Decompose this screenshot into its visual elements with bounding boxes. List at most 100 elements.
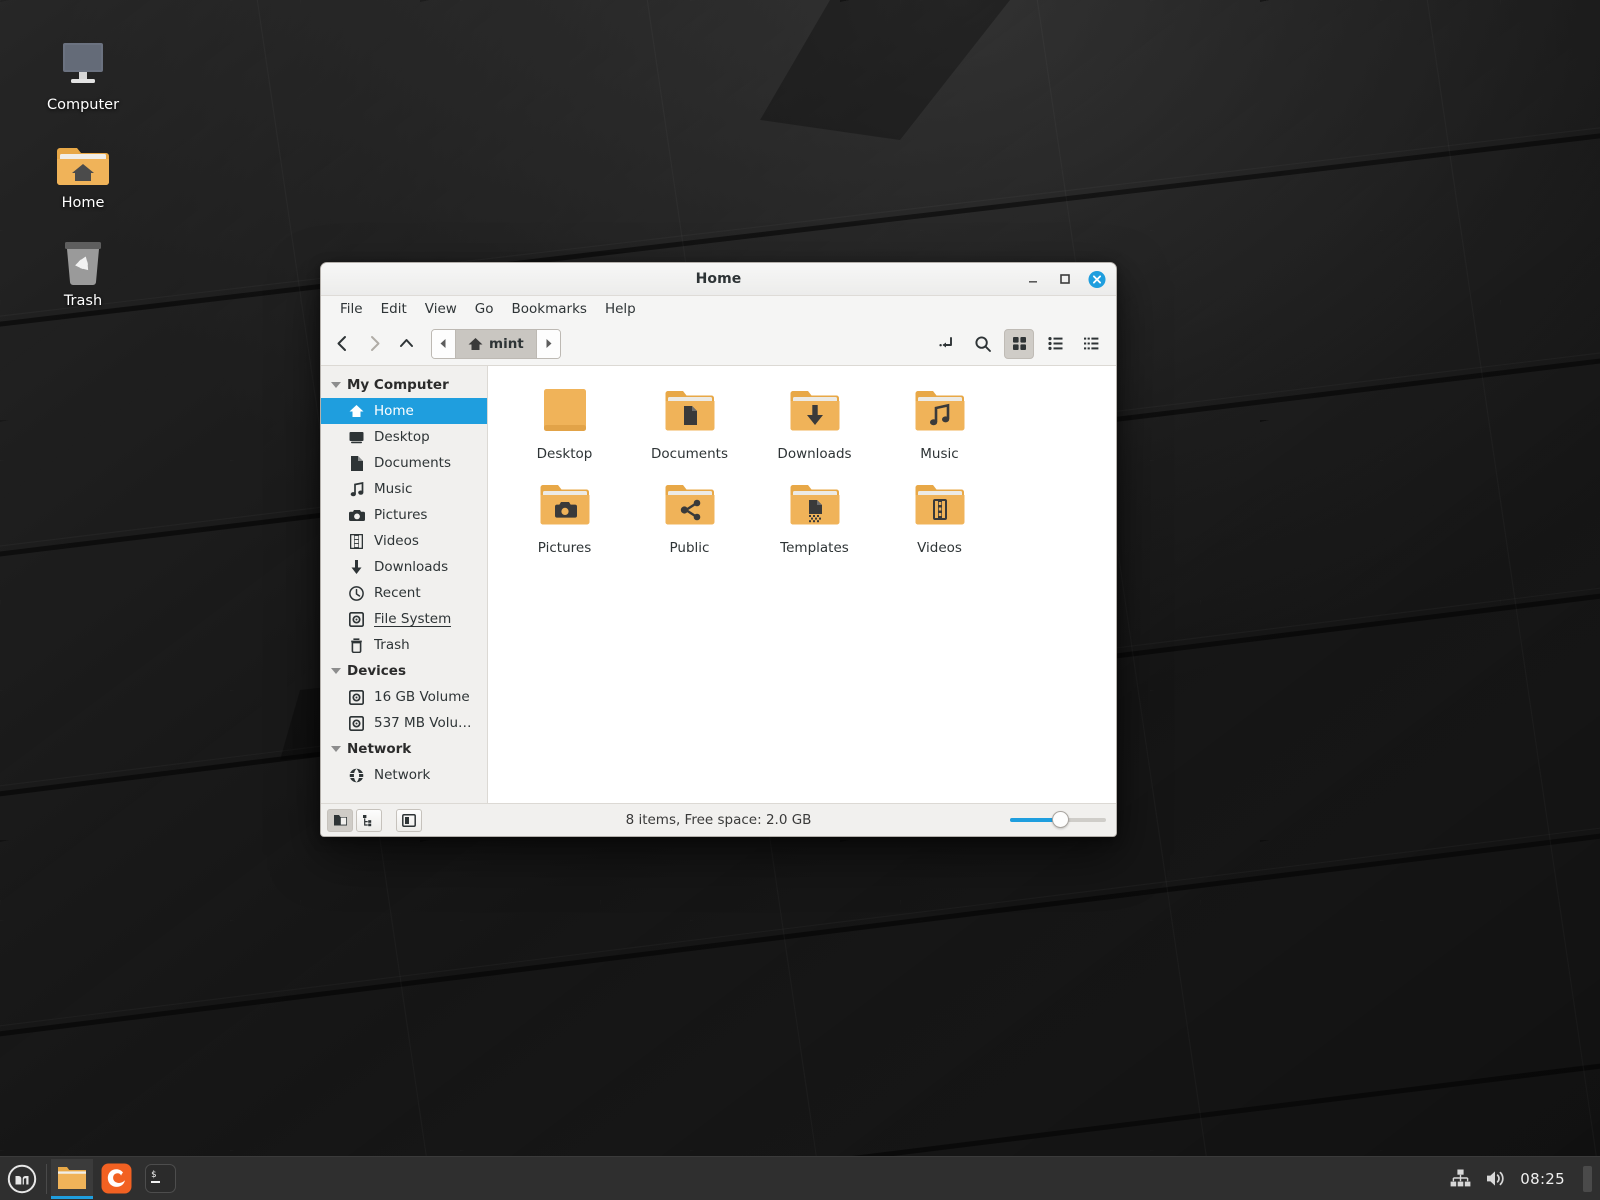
menu-go[interactable]: Go <box>466 299 503 319</box>
volume-icon[interactable] <box>1485 1169 1506 1188</box>
taskbar-divider <box>46 1163 47 1194</box>
sidebar-item-home[interactable]: Home <box>321 398 487 424</box>
templates-folder-icon <box>790 485 839 525</box>
zoom-slider-handle[interactable] <box>1052 811 1070 828</box>
sidebar-item-videos[interactable]: Videos <box>321 528 487 554</box>
icon-view-button[interactable] <box>1004 328 1034 359</box>
documents-folder-icon <box>665 391 714 431</box>
file-item-desktop[interactable]: Desktop <box>502 380 627 472</box>
desktop-icon-label: Trash <box>63 293 103 309</box>
breadcrumb[interactable]: mint <box>431 328 561 359</box>
trash-icon <box>348 637 365 654</box>
sidebar: My Computer Home Desktop Documents Music… <box>321 366 488 803</box>
desktop-icon-computer[interactable]: Computer <box>27 32 139 114</box>
up-button[interactable] <box>391 329 421 359</box>
videos-folder-icon <box>915 485 964 525</box>
sidebar-item-recent[interactable]: Recent <box>321 580 487 606</box>
files-taskbar-item[interactable] <box>51 1158 93 1199</box>
sidebar-item-documents[interactable]: Documents <box>321 450 487 476</box>
search-button[interactable] <box>968 329 998 359</box>
desktop-icon-home[interactable]: Home <box>27 130 139 212</box>
file-item-downloads[interactable]: Downloads <box>752 380 877 472</box>
file-item-templates[interactable]: Templates <box>752 474 877 566</box>
window-title: Home <box>695 271 742 287</box>
sidebar-item-16-gb-volume[interactable]: 16 GB Volume <box>321 684 487 710</box>
menu-edit[interactable]: Edit <box>372 299 416 319</box>
file-name: Pictures <box>537 540 592 556</box>
plain-folder-icon <box>543 389 586 431</box>
file-item-videos[interactable]: Videos <box>877 474 1002 566</box>
firefox-taskbar-item[interactable] <box>95 1159 137 1199</box>
file-name: Desktop <box>536 446 593 462</box>
sidebar-section-devices[interactable]: Devices <box>321 658 487 684</box>
sidebar-item-network[interactable]: Network <box>321 762 487 788</box>
menu-file[interactable]: File <box>331 299 372 319</box>
breadcrumb-item-mint[interactable]: mint <box>455 329 537 358</box>
file-name: Documents <box>651 446 728 462</box>
desktop-icon-label: Computer <box>46 97 120 113</box>
clock[interactable]: 08:25 <box>1520 1170 1565 1188</box>
places-sidebar-button[interactable] <box>327 808 353 832</box>
back-button[interactable] <box>327 329 357 359</box>
file-item-documents[interactable]: Documents <box>627 380 752 472</box>
network-icon[interactable] <box>1450 1169 1471 1188</box>
sidebar-section-network[interactable]: Network <box>321 736 487 762</box>
sidebar-item-music[interactable]: Music <box>321 476 487 502</box>
toggle-location-entry-button[interactable] <box>932 329 962 359</box>
path-scroll-right[interactable] <box>536 329 560 358</box>
toggle-sidebar-button[interactable] <box>396 808 422 832</box>
terminal-taskbar-item[interactable]: $ <box>139 1159 181 1199</box>
drive-icon <box>348 689 365 706</box>
home-icon <box>348 403 365 420</box>
maximize-button[interactable] <box>1056 270 1074 288</box>
menu-bookmarks[interactable]: Bookmarks <box>503 299 596 319</box>
sidebar-section-label: My Computer <box>347 377 449 393</box>
minimize-button[interactable] <box>1024 270 1042 288</box>
chevron-down-icon <box>331 668 341 674</box>
sidebar-section-label: Network <box>347 741 412 757</box>
path-scroll-left[interactable] <box>432 329 455 358</box>
sidebar-item-label: Network <box>374 767 431 783</box>
sidebar-item-pictures[interactable]: Pictures <box>321 502 487 528</box>
terminal-icon: $ <box>144 1164 176 1193</box>
forward-button[interactable] <box>359 329 389 359</box>
menubar[interactable]: File Edit View Go Bookmarks Help <box>321 296 1116 322</box>
download-arrow-icon <box>348 559 365 576</box>
compact-view-button[interactable] <box>1076 329 1106 359</box>
status-text: 8 items, Free space: 2.0 GB <box>625 812 812 828</box>
sidebar-item-label: Home <box>374 403 414 419</box>
desktop: Computer Home Trash Home File Edit View … <box>0 0 1600 1200</box>
svg-text:$: $ <box>151 1170 156 1180</box>
desktop-icon-trash[interactable]: Trash <box>27 228 139 310</box>
system-tray: 08:25 <box>1450 1157 1600 1200</box>
tray-grip[interactable] <box>1583 1165 1592 1192</box>
file-item-public[interactable]: Public <box>627 474 752 566</box>
sidebar-item-desktop[interactable]: Desktop <box>321 424 487 450</box>
mint-menu-button[interactable] <box>0 1157 44 1200</box>
list-view-button[interactable] <box>1040 329 1070 359</box>
sidebar-item-label: Pictures <box>374 507 428 523</box>
sidebar-section-my-computer[interactable]: My Computer <box>321 372 487 398</box>
sidebar-item-label: Desktop <box>374 429 430 445</box>
sidebar-item-trash[interactable]: Trash <box>321 632 487 658</box>
close-button[interactable] <box>1088 270 1106 288</box>
zoom-slider[interactable] <box>1010 811 1106 828</box>
menu-help[interactable]: Help <box>596 299 645 319</box>
sidebar-item-537-mb-volume[interactable]: 537 MB Volu… <box>321 710 487 736</box>
public-folder-icon <box>665 485 714 525</box>
sidebar-item-downloads[interactable]: Downloads <box>321 554 487 580</box>
window-titlebar[interactable]: Home <box>321 263 1116 296</box>
sidebar-item-file-system[interactable]: File System <box>321 606 487 632</box>
file-item-pictures[interactable]: Pictures <box>502 474 627 566</box>
mint-logo-icon <box>7 1164 37 1193</box>
tree-sidebar-button[interactable] <box>356 808 382 832</box>
file-manager-window: Home File Edit View Go Bookmarks Help mi… <box>320 262 1117 837</box>
menu-view[interactable]: View <box>416 299 466 319</box>
home-icon <box>468 337 483 350</box>
file-item-music[interactable]: Music <box>877 380 1002 472</box>
file-name: Templates <box>780 540 849 556</box>
breadcrumb-label: mint <box>489 335 524 352</box>
sidebar-item-label: Downloads <box>374 559 449 575</box>
music-folder-icon <box>915 391 964 431</box>
music-note-icon <box>348 481 365 498</box>
